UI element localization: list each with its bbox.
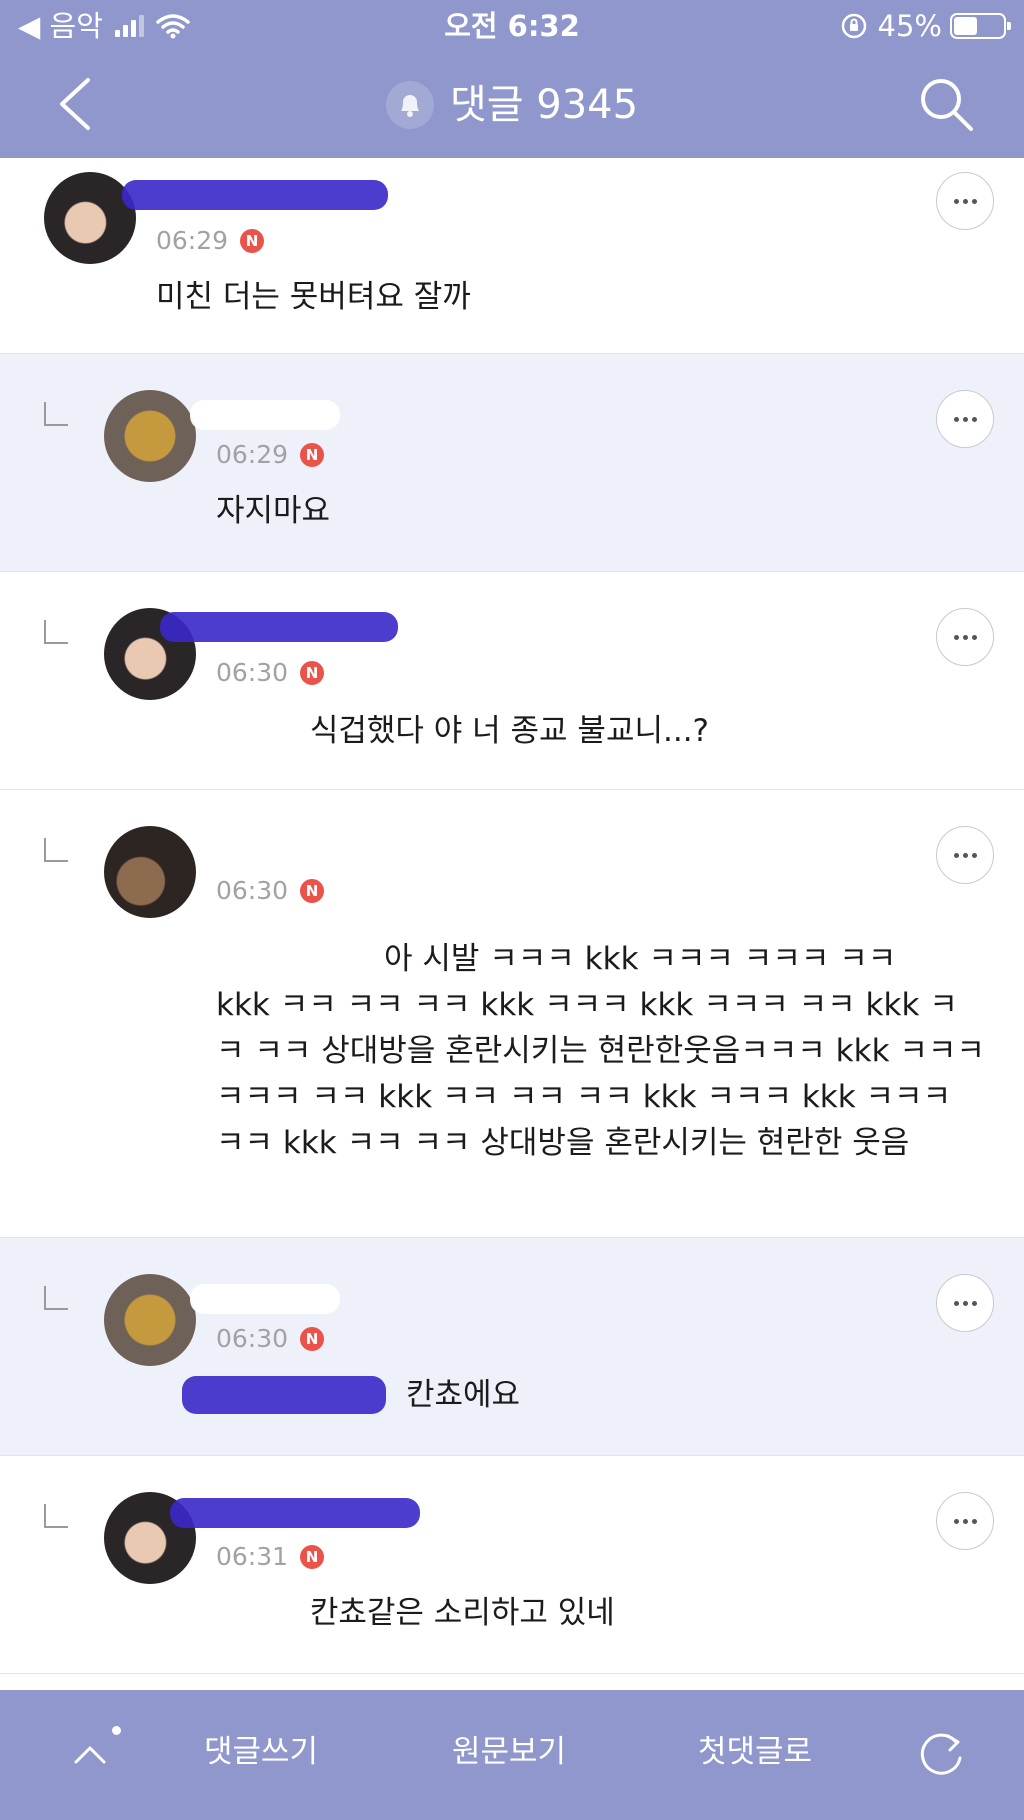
new-badge: N xyxy=(300,1544,325,1569)
comment-meta: 06:29 N xyxy=(216,440,325,469)
comment-item[interactable]: 06:29 N 미친 더는 못버텨요 잘까 xyxy=(0,158,1024,354)
redacted-username xyxy=(190,1284,340,1314)
new-badge: N xyxy=(240,228,265,253)
avatar[interactable] xyxy=(104,826,196,918)
reply-indicator-icon xyxy=(44,838,68,862)
redacted-mention xyxy=(182,1376,386,1414)
avatar[interactable] xyxy=(104,390,196,482)
battery-icon xyxy=(950,13,1011,39)
bell-icon[interactable] xyxy=(385,81,434,129)
more-options-button[interactable] xyxy=(936,1492,994,1550)
write-comment-button[interactable]: 댓글쓰기 xyxy=(204,1732,318,1772)
redacted-mention xyxy=(216,718,300,748)
comment-list[interactable]: 06:29 N 미친 더는 못버텨요 잘까 06:29 N 자지마요 06:30 xyxy=(0,158,1024,1674)
view-original-button[interactable]: 원문보기 xyxy=(452,1732,566,1772)
more-options-button[interactable] xyxy=(936,608,994,666)
comment-text: 칸쵸에요 xyxy=(406,1377,521,1413)
search-icon[interactable] xyxy=(916,74,976,134)
orientation-lock-icon xyxy=(841,13,866,39)
comment-text: 미친 더는 못버텨요 잘까 xyxy=(156,279,471,315)
comment-meta: 06:30 N xyxy=(216,1324,325,1353)
comment-time: 06:29 xyxy=(216,440,289,469)
comment-meta: 06:30 N xyxy=(216,876,325,905)
reply-indicator-icon xyxy=(44,620,68,644)
bottom-toolbar: 댓글쓰기 원문보기 첫댓글로 xyxy=(0,1690,1024,1820)
reply-item[interactable]: 06:30 N 칸쵸에요 xyxy=(0,1238,1024,1456)
comment-time: 06:31 xyxy=(216,1542,289,1571)
status-bar: ◀ 음악 오전 6:32 45% xyxy=(0,0,1024,52)
comment-text-line1: 아 시발 ㅋㅋㅋ kkk ㅋㅋㅋ ㅋㅋㅋ ㅋㅋ xyxy=(384,941,897,977)
comment-text: 식겁했다 야 너 종교 불교니...? xyxy=(309,713,710,749)
notification-dot xyxy=(112,1726,121,1735)
page-title: 댓글 9345 xyxy=(449,82,639,128)
comment-text-wrap: 식겁했다 야 너 종교 불교니...? xyxy=(216,708,709,754)
scroll-top-chevron-icon[interactable] xyxy=(70,1734,110,1774)
comment-time: 06:30 xyxy=(216,1324,289,1353)
reply-item[interactable]: 06:30 N 식겁했다 야 너 종교 불교니...? xyxy=(0,572,1024,790)
redacted-username xyxy=(122,180,388,210)
new-badge: N xyxy=(300,660,325,685)
page-title-wrap: 댓글 9345 xyxy=(0,80,1024,130)
refresh-icon[interactable] xyxy=(916,1728,968,1780)
comment-time: 06:30 xyxy=(216,658,289,687)
reply-indicator-icon xyxy=(44,1286,68,1310)
comment-time: 06:29 xyxy=(156,226,229,255)
top-bar: ◀ 음악 오전 6:32 45% 댓글 9345 xyxy=(0,0,1024,158)
avatar[interactable] xyxy=(104,1274,196,1366)
redacted-username xyxy=(170,1498,420,1528)
redacted-username xyxy=(160,612,398,642)
redacted-username xyxy=(190,400,340,430)
comments-screen: ◀ 음악 오전 6:32 45% 댓글 9345 06:29 N 미친 더는 못… xyxy=(0,0,1024,1820)
nav-bar: 댓글 9345 xyxy=(0,52,1024,158)
reply-item[interactable]: 06:31 N 칸쵸같은 소리하고 있네 xyxy=(0,1456,1024,1674)
first-comment-button[interactable]: 첫댓글로 xyxy=(698,1732,812,1772)
new-badge: N xyxy=(300,1326,325,1351)
comment-time: 06:30 xyxy=(216,876,289,905)
redacted-mention xyxy=(216,1600,300,1630)
comment-meta: 06:31 N xyxy=(216,1542,325,1571)
comment-text-wrap: 칸쵸같은 소리하고 있네 xyxy=(216,1590,615,1636)
more-options-button[interactable] xyxy=(936,826,994,884)
reply-indicator-icon xyxy=(44,1504,68,1528)
comment-text: 칸쵸같은 소리하고 있네 xyxy=(309,1595,615,1631)
status-right: 45% xyxy=(840,0,1011,52)
new-badge: N xyxy=(300,442,325,467)
reply-indicator-icon xyxy=(44,402,68,426)
comment-meta: 06:30 N xyxy=(216,658,325,687)
avatar[interactable] xyxy=(44,172,136,264)
reply-item[interactable]: 06:29 N 자지마요 xyxy=(0,354,1024,572)
comment-text: 자지마요 xyxy=(216,493,331,529)
more-options-button[interactable] xyxy=(936,390,994,448)
more-options-button[interactable] xyxy=(936,172,994,230)
comment-meta: 06:29 N xyxy=(156,226,265,255)
battery-percent: 45% xyxy=(877,9,942,43)
reply-item[interactable]: 06:30 N 아 시발 ㅋㅋㅋ kkk ㅋㅋㅋ ㅋㅋㅋ ㅋㅋ kkk ㅋㅋ ㅋ… xyxy=(0,790,1024,1238)
more-options-button[interactable] xyxy=(936,1274,994,1332)
new-badge: N xyxy=(300,878,325,903)
comment-text-body: kkk ㅋㅋ ㅋㅋ ㅋㅋ kkk ㅋㅋㅋ kkk ㅋㅋㅋ ㅋㅋ kkk ㅋㅋ ㅋ… xyxy=(216,987,985,1161)
